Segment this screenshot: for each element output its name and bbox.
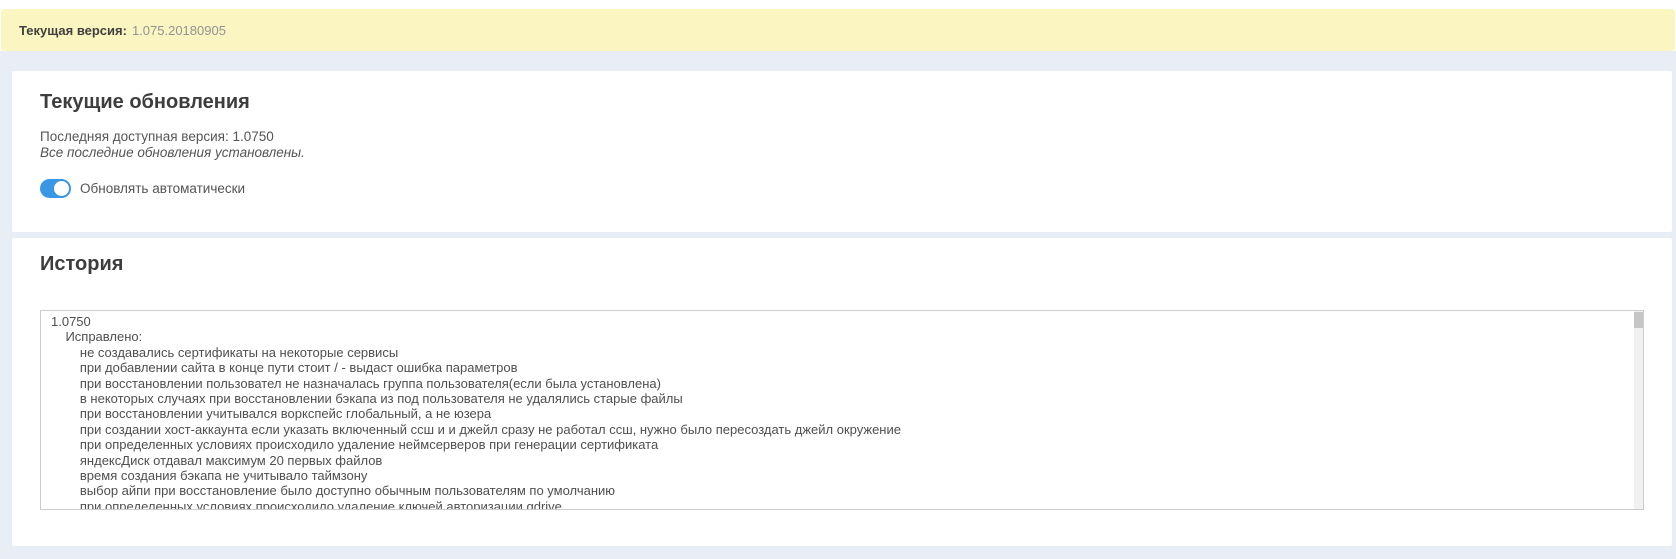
current-updates-card: Текущие обновления Последняя доступная в… [12,71,1672,232]
history-scrollbar[interactable] [1634,311,1643,509]
auto-update-row: Обновлять автоматически [40,179,1644,198]
auto-update-toggle[interactable] [40,179,70,198]
current-version-label: Текущая версия: [19,23,127,38]
auto-update-label: Обновлять автоматически [80,181,245,196]
history-scrollbar-thumb[interactable] [1634,312,1643,328]
updates-status-text: Все последние обновления установлены. [40,145,1644,161]
history-title: История [40,238,1644,274]
history-card: История 1.0750 Исправлено: не создавалис… [12,238,1672,546]
page-background: Текущие обновления Последняя доступная в… [0,51,1676,559]
changelog-text: 1.0750 Исправлено: не создавались сертиф… [41,311,1643,510]
top-bar: Текущая версия: 1.075.20180905 [0,0,1676,51]
current-version-banner: Текущая версия: 1.075.20180905 [1,9,1675,51]
latest-version-text: Последняя доступная версия: 1.0750 [40,129,1644,145]
current-updates-title: Текущие обновления [40,71,1644,112]
history-textarea[interactable]: 1.0750 Исправлено: не создавались сертиф… [40,310,1644,510]
current-version-value: 1.075.20180905 [132,23,226,38]
toggle-knob-icon [52,179,71,198]
